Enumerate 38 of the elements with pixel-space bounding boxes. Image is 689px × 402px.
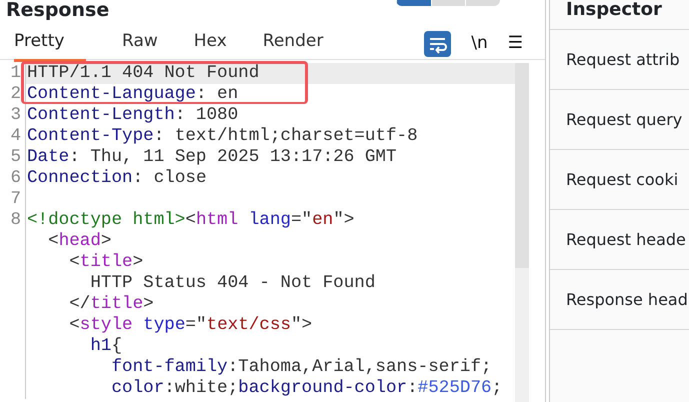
line-number: 5 xyxy=(10,147,21,167)
code-line: <!doctype html><html lang="en"> xyxy=(27,210,356,231)
inspector-title: Inspector xyxy=(550,0,689,30)
word-wrap-icon[interactable] xyxy=(424,30,452,56)
inspector-section[interactable]: Response head xyxy=(550,270,689,330)
inspector-section[interactable]: Request cooki xyxy=(550,150,689,210)
panel-title: Response xyxy=(5,0,110,23)
line-number: 1 xyxy=(10,63,21,83)
newline-toggle[interactable]: \n xyxy=(471,35,488,52)
code-line: <head> xyxy=(47,231,112,252)
line-number: 8 xyxy=(10,210,21,230)
line-number: 7 xyxy=(10,189,21,209)
code-line: font-family:Tahoma,Arial,sans-serif; xyxy=(110,357,493,378)
view-tab[interactable]: Render xyxy=(262,24,324,62)
line-number: 4 xyxy=(10,126,21,146)
view-tab[interactable]: Raw xyxy=(122,24,158,62)
layout-toggle[interactable] xyxy=(396,0,500,6)
code-line: Date: Thu, 11 Sep 2025 13:17:26 GMT xyxy=(27,147,398,168)
code-line: Connection: close xyxy=(27,168,208,189)
view-tab[interactable]: Hex xyxy=(194,24,227,62)
line-number: 3 xyxy=(10,105,21,125)
code-line: Content-Length: 1080 xyxy=(27,105,240,126)
code-line: h1{ xyxy=(89,336,124,357)
inspector-section[interactable]: Request attrib xyxy=(550,30,689,90)
code-line: HTTP/1.1 404 Not Found xyxy=(27,63,260,84)
code-line: HTTP Status 404 - Not Found xyxy=(89,273,376,294)
line-number: 2 xyxy=(10,84,21,104)
scrollbar[interactable] xyxy=(515,63,529,402)
line-number: 6 xyxy=(10,168,21,188)
code-line: Content-Type: text/html;charset=utf-8 xyxy=(27,126,419,147)
code-line: color:white;background-color:#525D76; xyxy=(110,378,504,399)
inspector-section[interactable]: Request heade xyxy=(550,210,689,270)
code-line: Content-Language: en xyxy=(27,84,240,105)
code-line: <style type="text/css"> xyxy=(68,315,314,336)
inspector-section[interactable]: Request query xyxy=(550,90,689,150)
code-line: <title> xyxy=(68,252,144,273)
code-line: </title> xyxy=(68,294,155,315)
menu-button[interactable]: ☰ xyxy=(508,35,523,52)
